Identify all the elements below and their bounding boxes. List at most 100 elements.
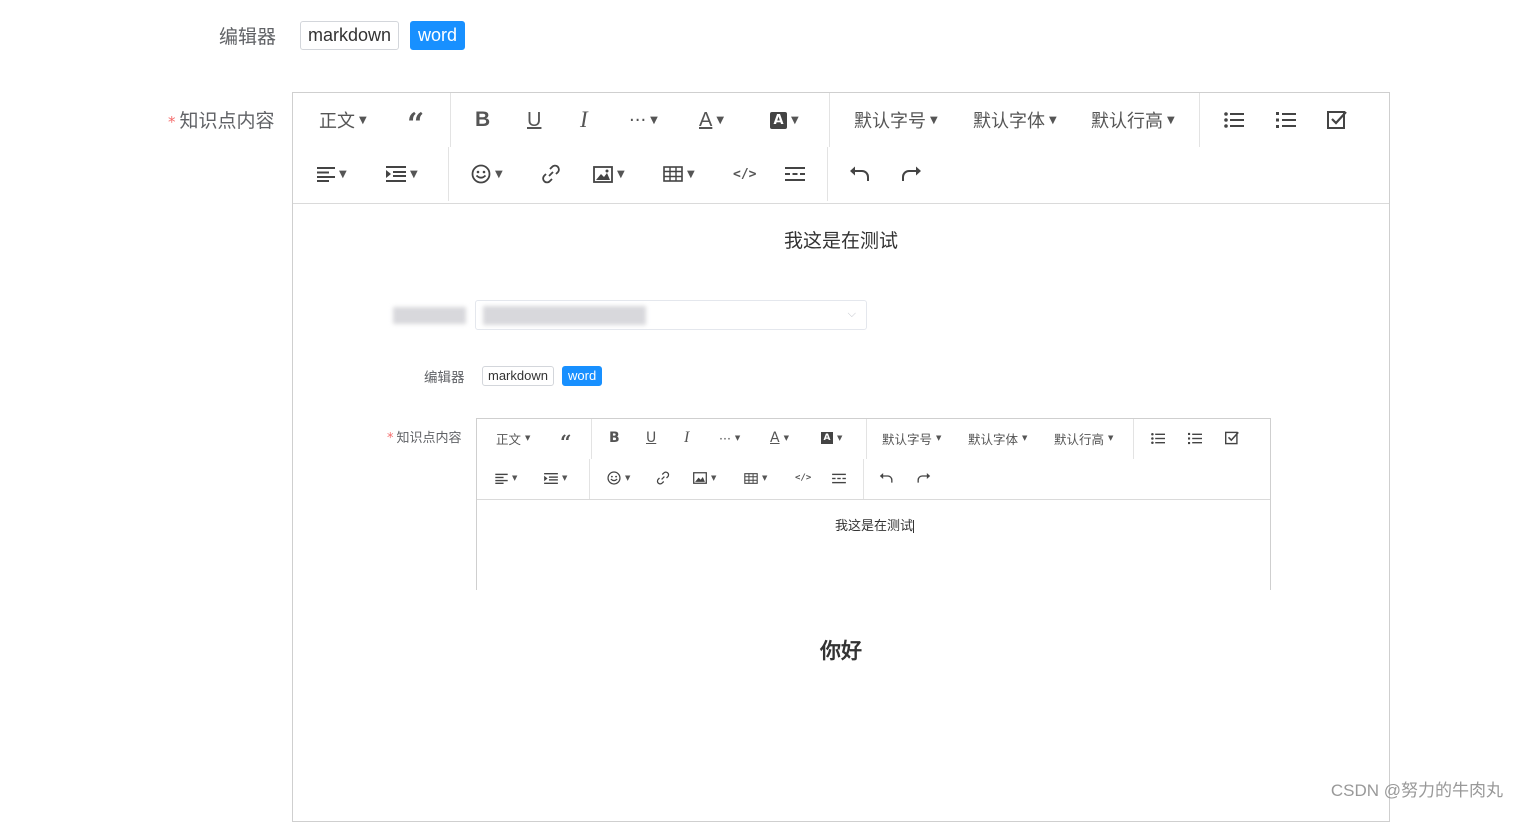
chevron-down-icon: ▼ xyxy=(525,434,531,442)
line-height-dropdown[interactable]: 默认行高 ▼ xyxy=(1091,93,1175,147)
nested-font-color-dropdown: A ▼ xyxy=(770,419,789,457)
more-styles-dropdown[interactable]: ··· ▼ xyxy=(629,93,658,147)
numbered-list-icon xyxy=(1276,112,1296,128)
redo-icon xyxy=(902,166,921,181)
redo-button[interactable] xyxy=(900,147,922,201)
align-dropdown[interactable]: ▼ xyxy=(317,147,347,201)
word-tag[interactable]: word xyxy=(410,21,466,50)
emoji-dropdown[interactable]: ▼ xyxy=(471,147,503,201)
text-cursor xyxy=(913,520,914,533)
nested-undo-button xyxy=(879,459,894,497)
code-icon: </> xyxy=(733,166,757,182)
chevron-down-icon: ▼ xyxy=(1167,114,1175,126)
underline-button[interactable]: U xyxy=(527,93,541,147)
numbered-list-button[interactable] xyxy=(1276,93,1296,147)
font-size-label: 默认字号 xyxy=(882,431,933,447)
line-height-label: 默认行高 xyxy=(1054,431,1105,447)
select-box: ⌵ xyxy=(475,300,867,330)
link-icon xyxy=(656,471,670,485)
chevron-down-icon: ▼ xyxy=(936,434,942,442)
bold-icon: B xyxy=(475,108,491,131)
bulleted-list-button[interactable] xyxy=(1224,93,1244,147)
nested-more-styles-dropdown: ··· ▼ xyxy=(719,419,740,457)
checkbox-icon xyxy=(1327,111,1347,129)
nested-font-size-dropdown: 默认字号 ▼ xyxy=(882,419,941,457)
font-size-dropdown[interactable]: 默认字号 ▼ xyxy=(854,93,938,147)
toolbar-divider xyxy=(589,459,590,499)
chevron-down-icon: ▼ xyxy=(1108,434,1114,442)
nested-bold-button: B xyxy=(609,419,620,457)
quote-button[interactable]: “ xyxy=(407,93,424,147)
csdn-watermark: CSDN @努力的牛肉丸 xyxy=(1330,781,1503,800)
table-dropdown[interactable]: ▼ xyxy=(663,147,695,201)
nested-paragraph-dropdown: 正文 ▼ xyxy=(496,419,530,457)
nested-emoji-dropdown: ▼ xyxy=(607,459,630,497)
font-family-label: 默认字体 xyxy=(973,111,1045,132)
quote-icon: “ xyxy=(407,107,425,142)
chevron-down-icon: ▼ xyxy=(734,434,741,442)
quote-icon: “ xyxy=(560,429,572,454)
nested-content-text: 我这是在测试 xyxy=(834,519,913,534)
content-paragraph: 我这是在测试 xyxy=(783,230,898,252)
italic-button[interactable]: I xyxy=(580,93,588,147)
nested-editor-mode-label: 编辑器 xyxy=(424,370,465,386)
editor-toolbar: 正文 ▼ “ B U I ··· ▼ A ▼ A ▼ 默认字号 ▼ 默认字体 ▼ 默认行高 ▼… xyxy=(293,93,1389,204)
font-color-dropdown[interactable]: A ▼ xyxy=(699,93,724,147)
nested-markdown-tag: markdown xyxy=(482,366,554,386)
code-icon: </> xyxy=(795,473,812,483)
toolbar-divider xyxy=(450,93,451,147)
content-heading: 你好 xyxy=(820,639,862,663)
link-icon xyxy=(542,164,560,184)
chevron-down-icon: ▼ xyxy=(711,474,717,482)
nested-editor-toolbar: 正文 ▼ “ B U I ··· ▼ A ▼ A ▼ 默认字号 ▼ 默认字体 ▼ 默认行高 ▼ xyxy=(477,419,1270,500)
nested-divider-button xyxy=(832,459,846,497)
table-icon xyxy=(663,166,683,182)
font-family-label: 默认字体 xyxy=(968,431,1019,447)
image-dropdown[interactable]: ▼ xyxy=(593,147,625,201)
horizontal-rule-icon xyxy=(832,473,846,483)
chevron-down-icon: ▼ xyxy=(617,168,625,180)
indent-dropdown[interactable]: ▼ xyxy=(386,147,418,201)
italic-icon: I xyxy=(684,429,690,446)
chevron-down-icon: ▼ xyxy=(716,114,725,126)
font-family-dropdown[interactable]: 默认字体 ▼ xyxy=(973,93,1057,147)
code-button[interactable]: </> xyxy=(733,147,756,201)
toolbar-divider xyxy=(827,147,828,201)
toolbar-divider xyxy=(591,419,592,459)
nested-bulleted-list-button xyxy=(1151,419,1165,457)
image-icon xyxy=(593,165,613,183)
background-color-dropdown[interactable]: A ▼ xyxy=(770,93,799,147)
smiley-icon xyxy=(471,164,491,184)
markdown-tag[interactable]: markdown xyxy=(300,21,400,50)
chevron-down-icon: ▼ xyxy=(1022,434,1028,442)
chevron-down-icon: ▼ xyxy=(650,114,658,126)
chevron-down-icon: ▼ xyxy=(837,434,843,442)
divider-button[interactable] xyxy=(785,147,805,201)
bulleted-list-icon xyxy=(1151,432,1165,444)
chevron-down-icon: ⌵ xyxy=(847,307,856,320)
font-color-icon: A xyxy=(770,430,780,446)
nested-font-family-dropdown: 默认字体 ▼ xyxy=(968,419,1027,457)
font-size-label: 默认字号 xyxy=(854,111,926,132)
nested-content-label: * 知识点内容 xyxy=(387,427,462,446)
paragraph-dropdown[interactable]: 正文 ▼ xyxy=(319,93,367,147)
image-icon xyxy=(693,472,707,484)
link-button[interactable] xyxy=(541,147,561,201)
chevron-down-icon: ▼ xyxy=(930,114,938,126)
chevron-down-icon: ▼ xyxy=(359,114,367,126)
smiley-icon xyxy=(607,471,621,485)
nested-table-dropdown: ▼ xyxy=(744,459,767,497)
undo-button[interactable] xyxy=(849,147,871,201)
nested-content-paragraph: 我这是在测试 xyxy=(477,515,1272,534)
checkbox-icon xyxy=(1225,431,1239,445)
content-label: * 知识点内容 xyxy=(168,106,275,133)
nested-link-button xyxy=(656,459,670,497)
toolbar-divider xyxy=(1199,93,1200,147)
toolbar-divider xyxy=(866,419,867,459)
bold-button[interactable]: B xyxy=(475,93,490,147)
toolbar-divider xyxy=(829,93,830,147)
undo-icon xyxy=(850,166,869,181)
chevron-down-icon: ▼ xyxy=(625,474,631,482)
todo-button[interactable] xyxy=(1327,93,1347,147)
font-color-icon: A xyxy=(699,108,713,131)
